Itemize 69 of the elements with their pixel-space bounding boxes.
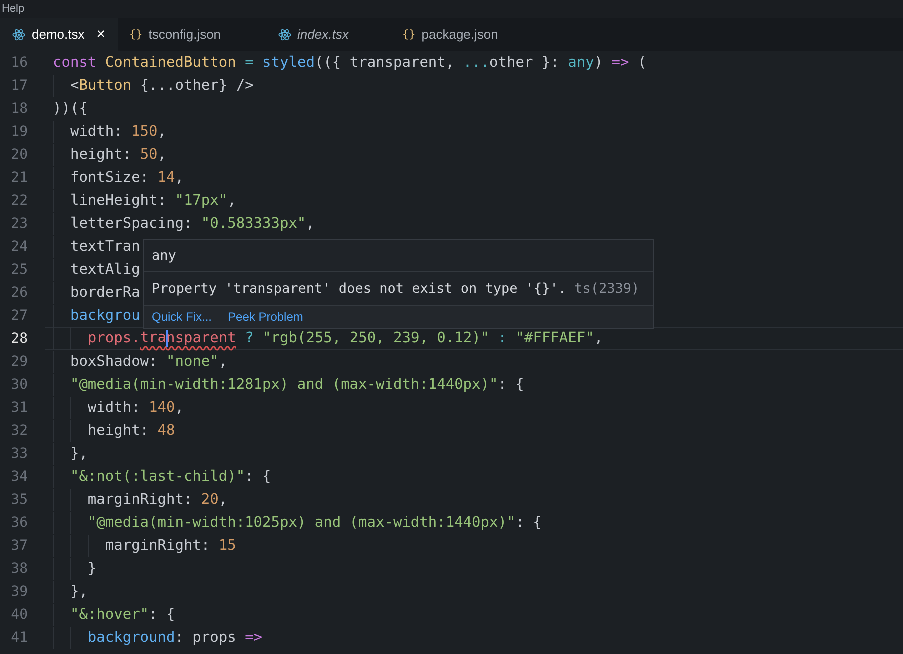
line-number: 29: [10, 354, 28, 370]
line-number: 21: [10, 170, 28, 186]
code-line: backgrou: [53, 308, 140, 324]
code-line: width: 140,: [53, 400, 184, 416]
tab-label: tsconfig.json: [148, 27, 222, 42]
line-number: 39: [10, 584, 28, 600]
close-icon[interactable]: ×: [96, 26, 106, 43]
code-line: height: 48: [53, 422, 176, 438]
code-line: "@media(min-width:1025px) and (max-width:1440px)": {: [53, 514, 542, 530]
code-line: },: [53, 446, 88, 462]
editor-tab[interactable]: {} package.json: [390, 18, 541, 51]
line-number: 28: [10, 330, 28, 346]
code-line: marginRight: 15: [53, 538, 236, 554]
tab-label: package.json: [422, 27, 498, 42]
line-number: 35: [10, 492, 28, 508]
line-number: 31: [10, 400, 28, 416]
code-line: lineHeight: "17px",: [53, 192, 236, 208]
editor-tab[interactable]: index.tsx: [266, 18, 391, 51]
line-number: 16: [10, 54, 28, 70]
line-number: 34: [10, 468, 28, 484]
line-number: 17: [10, 78, 28, 94]
code-line: }: [53, 560, 97, 576]
error-message: Property 'transparent' does not exist on type '{}'. ts(2339): [152, 280, 640, 296]
code-line: ))({: [53, 100, 88, 116]
line-number: 32: [10, 422, 28, 438]
code-line: },: [53, 584, 88, 600]
line-number: 41: [10, 630, 28, 646]
code-line: letterSpacing: "0.583333px",: [53, 216, 315, 232]
line-number: 19: [10, 124, 28, 140]
code-line: const ContainedButton = styled(({ transparent, ...other }: any) => (: [53, 54, 647, 70]
line-number: 36: [10, 514, 28, 530]
atom-icon: [12, 28, 26, 42]
line-number: 27: [10, 308, 28, 324]
braces-icon: {}: [402, 28, 416, 41]
line-number: 38: [10, 560, 28, 576]
line-number: 40: [10, 606, 28, 622]
action-link[interactable]: Peek Problem: [228, 310, 304, 324]
code-line: boxShadow: "none",: [53, 354, 228, 370]
line-number: 26: [10, 284, 28, 300]
line-number: 20: [10, 146, 28, 162]
code-line: "&:not(:last-child)": {: [53, 468, 272, 484]
menu-item[interactable]: Help: [2, 3, 25, 15]
braces-icon: {}: [130, 28, 143, 41]
code-line: fontSize: 14,: [53, 170, 184, 186]
code-line: borderRa: [53, 284, 140, 300]
code-line: width: 150,: [53, 124, 167, 140]
line-number: 33: [10, 446, 28, 462]
line-number: 30: [10, 376, 28, 392]
tab-label: index.tsx: [298, 27, 349, 42]
action-link[interactable]: Quick Fix...: [152, 310, 212, 324]
line-number: 22: [10, 192, 28, 208]
tab-label: demo.tsx: [32, 27, 85, 42]
code-line: textAlig: [53, 262, 140, 278]
atom-icon: [278, 28, 292, 42]
editor-tab[interactable]: {} tsconfig.json: [118, 18, 266, 51]
line-number: 37: [10, 538, 28, 554]
code-line: background: props =>: [53, 630, 263, 646]
code-line: "@media(min-width:1281px) and (max-width:1440px)": {: [53, 376, 524, 392]
line-number: 25: [10, 262, 28, 278]
code-line: marginRight: 20,: [53, 492, 228, 508]
type-text: any: [152, 248, 176, 264]
line-number: 23: [10, 216, 28, 232]
code-line: "&:hover": {: [53, 606, 176, 622]
editor-tab[interactable]: demo.tsx ×: [0, 18, 118, 51]
code-line: <Button {...other} />: [53, 78, 254, 94]
code-line: textTran: [53, 238, 140, 254]
code-line: height: 50,: [53, 146, 167, 162]
line-number: 24: [10, 238, 28, 254]
line-number: 18: [10, 100, 28, 116]
